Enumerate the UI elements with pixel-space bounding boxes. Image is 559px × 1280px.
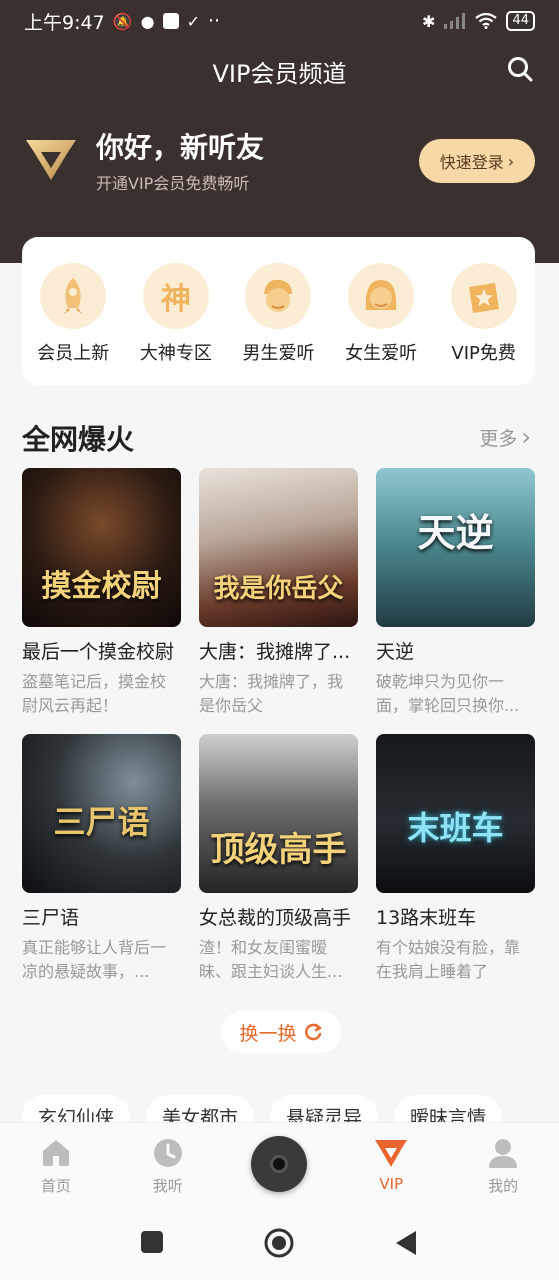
status-bar: 上午9:47 🔕 ● ✓ ·· ✱ 44 [0, 0, 559, 42]
mute-notification-icon: 🔕 [112, 11, 133, 31]
book-description: 盗墓笔记后，摸金校尉风云再起！ [22, 672, 167, 715]
book-title: 女总裁的顶级高手 [199, 907, 352, 929]
cover-title: 顶级高手 [210, 830, 347, 870]
book-card[interactable]: 顶级高手 女总裁的顶级高手 渣！和女友闺蜜暧昧、跟主妇谈人生... [199, 734, 358, 1000]
book-title: 三尸语 [22, 907, 80, 929]
book-card[interactable]: 我是你岳父 大唐：我摊牌了... 大唐：我摊牌了，我是你岳父 [199, 468, 358, 734]
quick-links-card: 会员上新 神 大神专区 男生爱听 女生爱听 VIP免费 [22, 237, 535, 385]
page-title: VIP会员频道 [212, 60, 347, 88]
greeting-text: 你好，新听友 [96, 131, 265, 164]
quick-link-label: 男生爱听 [242, 343, 315, 364]
quick-link-girls[interactable]: 女生爱听 [335, 263, 427, 385]
quick-link-god-zone[interactable]: 神 大神专区 [130, 263, 222, 385]
message-icon: ● [140, 11, 155, 31]
vip-header: VIP会员频道 你好，新听友 开通VIP会员免费畅听 快速登录 › [0, 42, 559, 263]
wifi-icon [475, 13, 498, 29]
tab-vip[interactable]: VIP [335, 1123, 447, 1208]
book-description: 破乾坤只为见你一面，掌轮回只换你... [376, 672, 520, 715]
book-cover: 顶级高手 [199, 734, 358, 893]
book-grid: 摸金校尉 最后一个摸金校尉 盗墓笔记后，摸金校尉风云再起！ 我是你岳父 大唐：我… [22, 468, 535, 1000]
quick-link-label: 会员上新 [37, 343, 110, 364]
book-card[interactable]: 末班车 13路末班车 有个姑娘没有脸，靠在我肩上睡着了 [376, 734, 535, 1000]
quick-login-button[interactable]: 快速登录 › [419, 139, 535, 183]
search-icon[interactable] [507, 56, 533, 82]
disc-icon[interactable] [251, 1136, 307, 1192]
chevron-right-icon: › [521, 423, 531, 451]
quick-link-vip-free[interactable]: VIP免费 [438, 263, 530, 385]
book-cover: 三尸语 [22, 734, 181, 893]
book-card[interactable]: 天逆 天逆 破乾坤只为见你一面，掌轮回只换你... [376, 468, 535, 734]
vip-icon [375, 1140, 408, 1167]
more-notifications-icon: ·· [207, 10, 221, 32]
rocket-icon [40, 263, 107, 329]
book-description: 真正能够让人背后一凉的悬疑故事，... [22, 938, 167, 981]
more-link[interactable]: 更多 › [479, 423, 531, 451]
book-description: 有个姑娘没有脸，靠在我肩上睡着了 [376, 938, 521, 981]
book-title: 最后一个摸金校尉 [22, 641, 175, 663]
check-icon: ✓ [186, 11, 200, 31]
back-icon[interactable] [394, 1230, 418, 1256]
tab-listening[interactable]: 我听 [112, 1123, 224, 1208]
book-title: 13路末班车 [376, 907, 477, 929]
recent-apps-icon[interactable] [140, 1230, 164, 1254]
refresh-button[interactable]: 换一换 [221, 1011, 341, 1053]
book-title: 天逆 [376, 641, 415, 663]
cover-title: 末班车 [407, 809, 504, 847]
girl-icon [348, 263, 415, 329]
book-description: 渣！和女友闺蜜暧昧、跟主妇谈人生... [199, 938, 343, 981]
vip-logo-icon [26, 140, 76, 180]
quick-link-new-vip[interactable]: 会员上新 [27, 263, 119, 385]
battery-indicator: 44 [506, 11, 535, 31]
quick-login-label: 快速登录 [439, 153, 504, 172]
home-icon [42, 1140, 69, 1166]
book-cover: 天逆 [376, 468, 535, 627]
cover-title: 天逆 [417, 510, 494, 555]
book-cover: 末班车 [376, 734, 535, 893]
book-card[interactable]: 三尸语 三尸语 真正能够让人背后一凉的悬疑故事，... [22, 734, 181, 1000]
cover-title: 三尸语 [53, 803, 150, 841]
god-glyph: 神 [160, 282, 191, 317]
more-label: 更多 [479, 427, 518, 450]
cover-title: 摸金校尉 [41, 569, 162, 604]
quick-link-boys[interactable]: 男生爱听 [232, 263, 324, 385]
quick-link-label: 女生爱听 [345, 343, 418, 364]
quick-link-label: 大神专区 [139, 343, 212, 364]
chevron-right-icon: › [507, 151, 515, 171]
app-notification-icon [162, 13, 179, 29]
book-cover: 我是你岳父 [199, 468, 358, 627]
clock-icon [153, 1139, 182, 1167]
bluetooth-icon: ✱ [422, 11, 436, 31]
tab-label: 我听 [152, 1177, 183, 1195]
book-description: 大唐：我摊牌了，我是你岳父 [199, 672, 344, 715]
god-icon: 神 [142, 263, 209, 329]
tab-label: 我的 [488, 1177, 519, 1195]
quick-link-label: VIP免费 [451, 343, 516, 364]
book-cover: 摸金校尉 [22, 468, 181, 627]
refresh-label: 换一换 [239, 1022, 297, 1045]
book-card[interactable]: 摸金校尉 最后一个摸金校尉 盗墓笔记后，摸金校尉风云再起！ [22, 468, 181, 734]
vip-subtitle: 开通VIP会员免费畅听 [96, 174, 250, 193]
tab-label: VIP [379, 1175, 404, 1193]
book-title: 大唐：我摊牌了... [199, 641, 351, 663]
section-title: 全网爆火 [22, 423, 135, 456]
tab-home[interactable]: 首页 [0, 1123, 112, 1208]
refresh-icon [304, 1023, 321, 1041]
profile-icon [489, 1139, 518, 1168]
tab-profile[interactable]: 我的 [447, 1123, 559, 1208]
boy-icon [245, 263, 312, 329]
cover-title: 我是你岳父 [213, 574, 344, 604]
signal-icon [444, 13, 466, 29]
status-time: 上午9:47 [24, 11, 105, 34]
home-nav-icon[interactable] [264, 1228, 294, 1258]
tab-label: 首页 [40, 1177, 71, 1195]
star-badge-icon [450, 263, 517, 329]
system-nav-bar [0, 1208, 559, 1280]
